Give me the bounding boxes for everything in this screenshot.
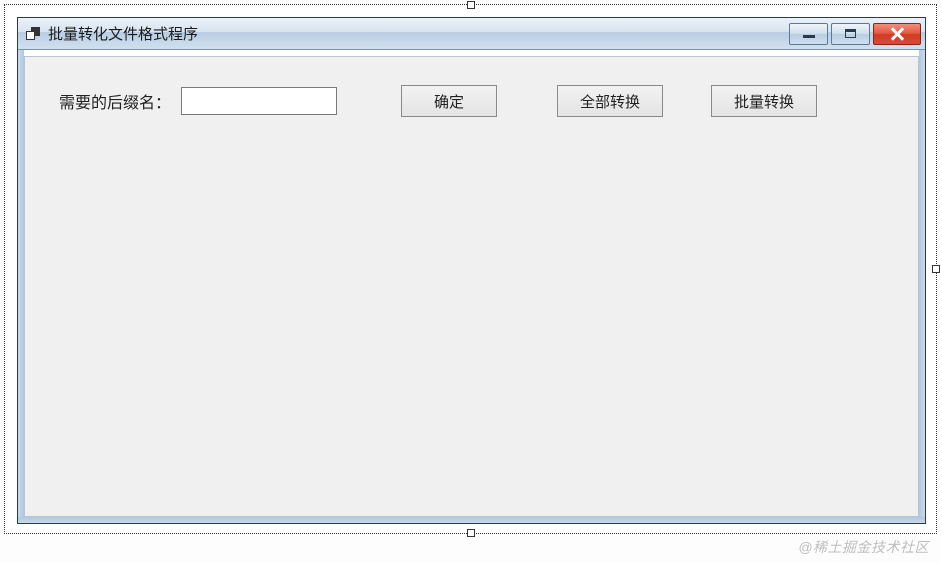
- confirm-button[interactable]: 确定: [401, 85, 497, 117]
- convert-batch-button[interactable]: 批量转换: [711, 85, 817, 117]
- close-icon: [890, 27, 904, 41]
- minimize-icon: [803, 35, 815, 38]
- close-button[interactable]: [873, 23, 921, 45]
- watermark: @稀土掘金技术社区: [798, 537, 929, 557]
- frame-border-bottom: [18, 517, 925, 523]
- maximize-icon: [845, 29, 856, 38]
- window-controls: [789, 23, 921, 45]
- minimize-button[interactable]: [789, 23, 828, 45]
- selection-handle-top[interactable]: [467, 1, 475, 9]
- client-area: 需要的后缀名： 确定 全部转换 批量转换: [24, 56, 919, 517]
- extension-label: 需要的后缀名：: [59, 89, 171, 113]
- application-window: 批量转化文件格式程序 需要的后缀名： 确定: [17, 17, 926, 524]
- extension-input[interactable]: [181, 87, 337, 115]
- titlebar[interactable]: 批量转化文件格式程序: [18, 18, 925, 50]
- selection-handle-right[interactable]: [932, 265, 940, 273]
- selection-handle-bottom[interactable]: [467, 529, 475, 537]
- app-icon: [26, 26, 42, 42]
- designer-surface: 批量转化文件格式程序 需要的后缀名： 确定: [4, 4, 937, 534]
- form-row: 需要的后缀名： 确定 全部转换 批量转换: [59, 85, 884, 117]
- window-title: 批量转化文件格式程序: [48, 23, 789, 44]
- maximize-button[interactable]: [831, 23, 870, 45]
- frame-border-right: [919, 50, 925, 523]
- convert-all-button[interactable]: 全部转换: [557, 85, 663, 117]
